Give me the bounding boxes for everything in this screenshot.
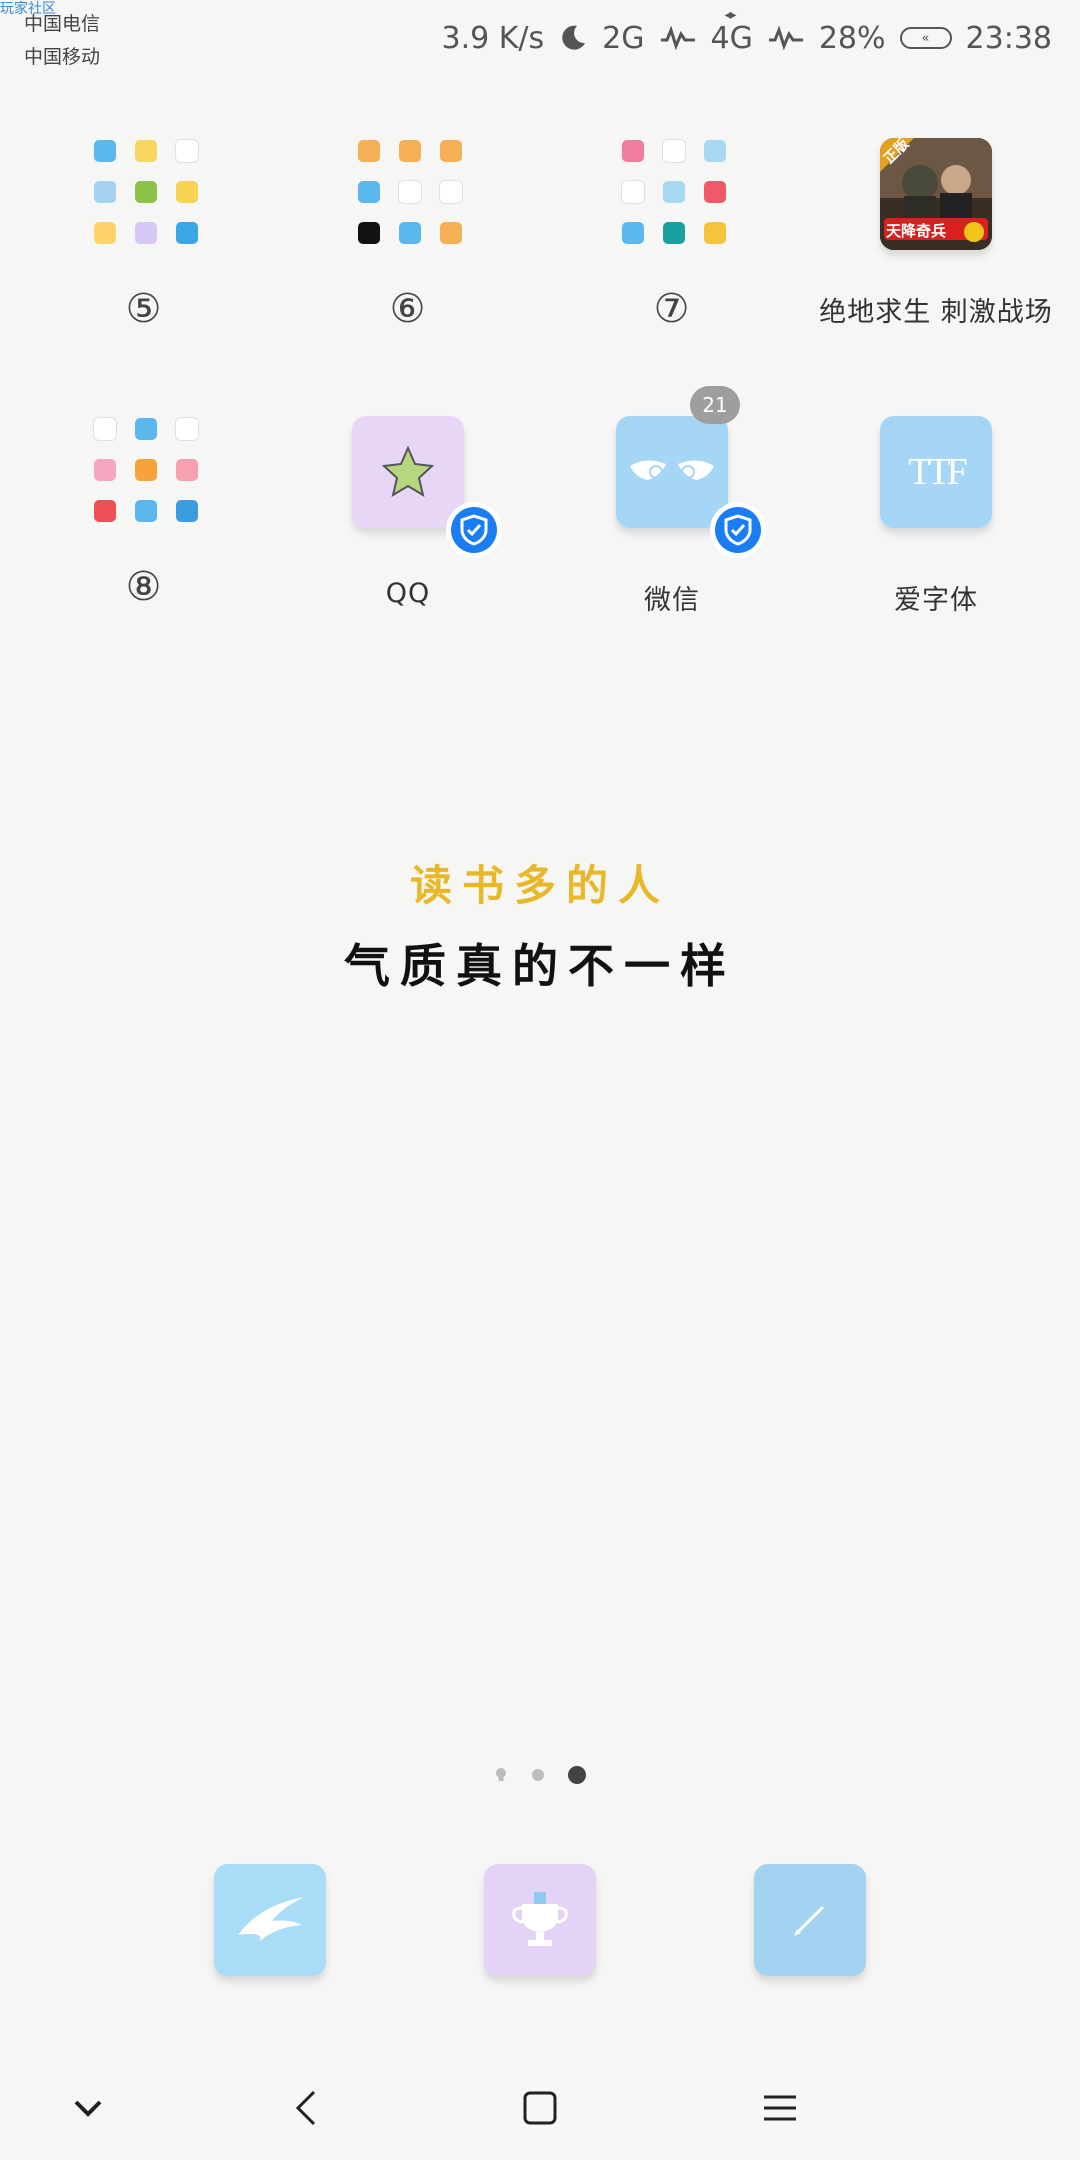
app-label: 微信 [644,585,700,616]
app-label: 绝地求生 刺激战场 [819,297,1053,328]
folder-preview [352,134,464,246]
folder-mini-app-icon [704,222,726,244]
folder-preview [88,134,200,246]
battery-icon: « [899,27,952,49]
folder-mini-app-icon [94,181,116,203]
folder-mini-app-icon [94,222,116,244]
folder-mini-app-icon [135,418,157,440]
verified-shield-icon [710,502,766,558]
folder-label: ⑧ [125,564,163,610]
quote-line-1: 读书多的人 [409,861,670,910]
menu-icon[interactable] [750,2078,810,2138]
folder-mini-app-icon [135,181,157,203]
folder-mini-app-icon [135,459,157,481]
folder-label: ⑤ [125,286,163,332]
folder-mini-app-icon [135,222,157,244]
folder-mini-app-icon [176,222,198,244]
app-wechat[interactable]: 21 微信 [540,386,804,617]
folder-mini-app-icon [440,222,462,244]
status-indicators: 3.9 K/s 2G ◂▸ 4G 28% « 23:38 [441,7,1053,58]
trophy-app-icon[interactable] [484,1864,596,1976]
folder-mini-app-icon [176,459,198,481]
app-qq[interactable]: QQ [276,416,540,609]
folder-mini-app-icon [399,140,421,162]
home-icon[interactable] [510,2078,570,2138]
network-speed: 3.9 K/s [441,20,545,56]
back-icon[interactable] [276,2078,336,2138]
folder-mini-app-icon [358,181,380,203]
lightbulb-icon[interactable] [494,1767,508,1783]
quote-line-2: 气质真的不一样 [344,939,736,993]
pubg-banner: 天降奇兵 [886,222,947,240]
folder-mini-app-icon [399,181,421,203]
page-dot-3-active[interactable] [568,1766,586,1784]
clock: 23:38 [965,20,1052,56]
folder-mini-app-icon [94,500,116,522]
folder-7[interactable]: ⑦ [540,134,804,332]
app-label: 爱字体 [894,585,978,616]
folder-mini-app-icon [176,181,198,203]
folder-label: ⑥ [389,286,427,332]
navigation-bar [0,2060,1080,2140]
folder-6[interactable]: ⑥ [276,134,540,332]
folder-mini-app-icon [622,181,644,203]
network-4g: ◂▸ 4G [710,7,753,56]
pen-app-icon[interactable] [754,1864,866,1976]
folder-5[interactable]: ⑤ [12,134,276,332]
folder-mini-app-icon [358,140,380,162]
folder-mini-app-icon [440,181,462,203]
ttf-app-icon: TTF [880,416,992,528]
app-aizi[interactable]: TTF 爱字体 [804,416,1068,617]
folder-8[interactable]: ⑧ [12,412,276,610]
signal-wave-icon [659,26,697,50]
folder-mini-app-icon [704,140,726,162]
folder-mini-app-icon [663,140,685,162]
page-indicator[interactable] [0,1766,1080,1784]
carrier-2: 中国移动 [24,46,101,68]
folder-mini-app-icon [135,140,157,162]
home-screen: 玩家社区 中国电信 中国移动 3.9 K/s 2G ◂▸ 4G 28% « 23… [0,0,1080,2160]
bird-app-icon[interactable] [214,1864,326,1976]
network-2g: 2G [602,20,645,56]
folder-mini-app-icon [94,140,116,162]
data-arrows-icon: ◂▸ [724,6,737,23]
qq-app-icon [352,416,502,558]
folder-mini-app-icon [704,181,726,203]
status-bar: 玩家社区 中国电信 中国移动 3.9 K/s 2G ◂▸ 4G 28% « 23… [0,0,1080,80]
notification-badge: 21 [690,386,740,424]
folder-mini-app-icon [622,222,644,244]
folder-mini-app-icon [622,140,644,162]
app-pubg[interactable]: 正版 天降奇兵 绝地求生 刺激战场 [804,138,1068,329]
folder-mini-app-icon [176,418,198,440]
folder-mini-app-icon [94,418,116,440]
page-dot-2[interactable] [532,1769,544,1781]
folder-preview [88,412,200,524]
folder-mini-app-icon [358,222,380,244]
wechat-app-icon: 21 [616,386,766,558]
ttf-glyph: TTF [908,451,968,493]
folder-mini-app-icon [135,500,157,522]
verified-shield-icon [446,502,502,558]
folder-mini-app-icon [399,222,421,244]
pubg-app-icon: 正版 天降奇兵 [880,138,992,250]
network-4g-label: 4G [710,20,753,56]
app-label: QQ [385,578,431,609]
folder-mini-app-icon [663,181,685,203]
folder-mini-app-icon [440,140,462,162]
folder-mini-app-icon [663,222,685,244]
folder-mini-app-icon [176,500,198,522]
battery-percent: 28% [818,20,886,56]
signal-wave-icon [767,26,805,50]
moon-icon [558,23,588,53]
folder-mini-app-icon [94,459,116,481]
chevron-down-icon[interactable] [58,2078,118,2138]
folder-mini-app-icon [176,140,198,162]
carrier-1: 中国电信 [24,13,101,35]
folder-label: ⑦ [653,286,691,332]
folder-preview [616,134,728,246]
